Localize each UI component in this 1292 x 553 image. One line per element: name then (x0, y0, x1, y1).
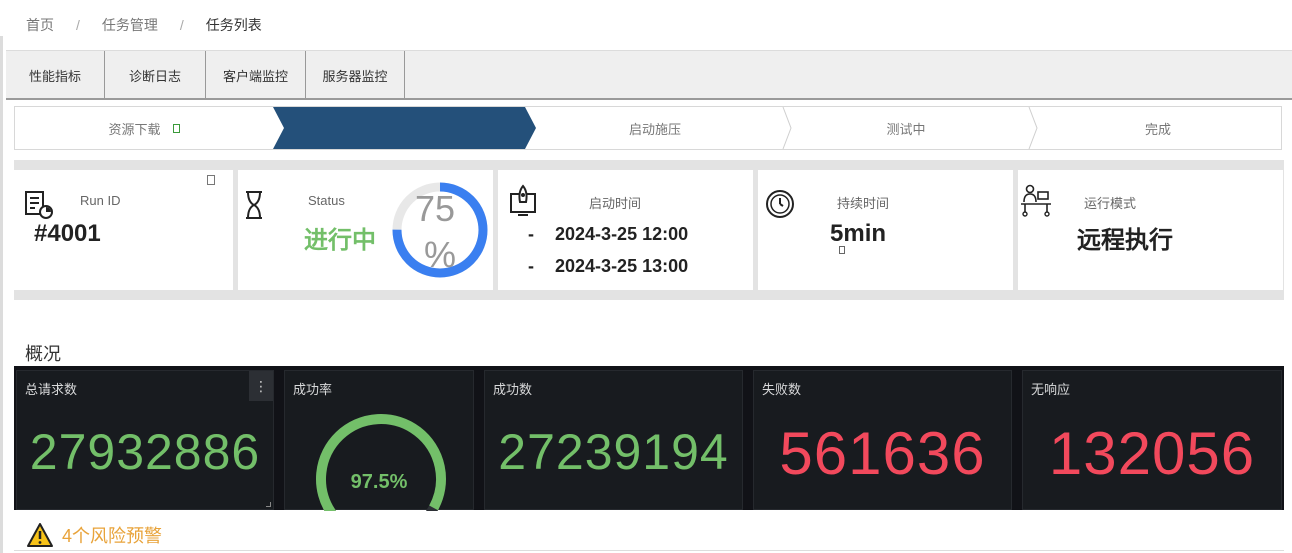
start-time-label: 启动时间 (589, 196, 642, 211)
status-label: Status (308, 193, 345, 208)
timer-icon (766, 190, 794, 218)
step-testing[interactable]: 测试中 (791, 107, 1021, 149)
tab-server-monitor[interactable]: 服务器监控 (306, 51, 405, 99)
copy-icon[interactable] (207, 175, 215, 185)
success-rate-gauge (316, 414, 446, 511)
stat-value: 132056 (1048, 420, 1256, 487)
progress-unit: % (424, 234, 457, 275)
card-status: Status 进行中 75 % (238, 170, 493, 290)
left-edge-bar (0, 36, 3, 553)
stat-label: 无响应 (1031, 382, 1071, 397)
step-divider (1028, 107, 1038, 149)
divider (14, 550, 1284, 551)
report-icon (25, 191, 53, 219)
stat-no-response: 无响应 132056 (1022, 370, 1282, 510)
step-start-load[interactable]: 启动施压 (535, 107, 775, 149)
run-mode-label: 运行模式 (1084, 196, 1137, 211)
stat-success-count: 成功数 27239194 (484, 370, 743, 510)
stat-total-requests: 总请求数 ⋮ 27932886 (16, 370, 274, 510)
status-value: 进行中 (304, 227, 376, 254)
breadcrumb: 首页 / 任务管理 / 任务列表 (0, 0, 1292, 50)
progress-value: 75 (415, 188, 456, 229)
info-icon (839, 246, 845, 254)
stat-label: 成功数 (493, 382, 533, 397)
card-start-time: 启动时间 - 2024-3-25 12:00 - 2024-3-25 13:00 (498, 170, 753, 290)
step-active[interactable] (283, 107, 533, 149)
start-time-row: - 2024-3-25 12:00 (528, 224, 688, 245)
stat-value: 561636 (779, 420, 986, 487)
step-resource-download[interactable]: 资源下载 (15, 107, 273, 149)
end-time-value: 2024-3-25 13:00 (555, 256, 689, 276)
overview-title: 概况 (25, 344, 61, 364)
breadcrumb-task-management[interactable]: 任务管理 (102, 15, 158, 35)
tab-client-monitor[interactable]: 客户端监控 (206, 51, 306, 99)
tab-diagnostic-log[interactable]: 诊断日志 (105, 51, 206, 99)
start-dash: - (528, 224, 534, 244)
risk-warning[interactable]: 4个风险预警 (26, 520, 162, 550)
panel-menu-icon[interactable]: ⋮ (249, 371, 273, 401)
duration-label: 持续时间 (837, 196, 890, 211)
card-run-mode: 运行模式 远程执行 (1018, 170, 1283, 290)
warning-text: 4个风险预警 (62, 526, 163, 546)
end-dash: - (528, 256, 534, 276)
stat-label: 总请求数 (25, 382, 78, 397)
gauge-value: 97.5% (350, 471, 408, 493)
breadcrumb-separator: / (76, 17, 80, 33)
warning-triangle-icon (27, 523, 53, 547)
card-run-id: Run ID #4001 (10, 170, 233, 290)
card-duration: 持续时间 5min (758, 170, 1013, 290)
rocket-icon (510, 184, 536, 216)
tab-bar: 性能指标 诊断日志 客户端监控 服务器监控 (6, 50, 1292, 100)
stat-success-rate: 成功率 97.5% (284, 370, 474, 511)
stat-failure-count: 失败数 561636 (753, 370, 1012, 510)
tab-performance[interactable]: 性能指标 (6, 51, 105, 99)
breadcrumb-current: 任务列表 (205, 17, 262, 33)
run-mode-value: 远程执行 (1077, 227, 1173, 254)
run-id-value: #4001 (34, 220, 101, 247)
end-time-row: - 2024-3-25 13:00 (528, 256, 688, 277)
stat-value: 27932886 (29, 424, 261, 480)
start-time-value: 2024-3-25 12:00 (555, 224, 689, 244)
duration-value: 5min (830, 220, 887, 247)
breadcrumb-home[interactable]: 首页 (26, 15, 54, 35)
remote-desk-icon (1021, 184, 1051, 217)
progress-steps: 资源下载 启动施压 测试中 完成 (14, 106, 1282, 150)
check-icon (172, 123, 180, 133)
resize-handle-icon[interactable] (266, 502, 271, 507)
step-complete[interactable]: 完成 (1037, 107, 1279, 149)
stat-label: 成功率 (293, 382, 333, 397)
breadcrumb-separator: / (179, 17, 184, 33)
run-id-label: Run ID (80, 193, 121, 208)
stat-value: 27239194 (498, 424, 729, 480)
step-divider (782, 107, 792, 149)
stat-label: 失败数 (762, 382, 802, 397)
hourglass-icon (246, 191, 262, 219)
